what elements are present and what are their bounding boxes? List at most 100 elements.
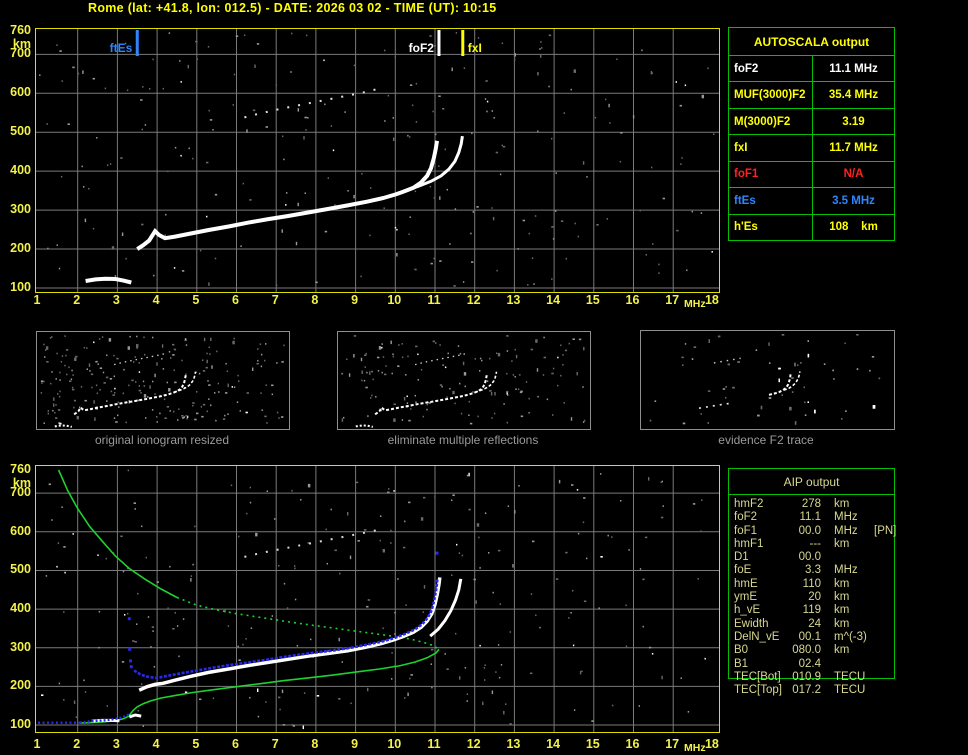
noise-dot xyxy=(43,343,45,346)
table-row: foF1 00.0 MHz [PN] xyxy=(729,524,896,538)
noise-dot xyxy=(552,414,554,416)
noise-dot xyxy=(63,699,65,701)
noise-dot xyxy=(156,421,158,423)
aip-unit: km xyxy=(834,644,850,657)
table-row: DelN_vE 00.1 m^(-3) xyxy=(729,631,894,644)
noise-dot xyxy=(568,617,570,619)
noise-dot xyxy=(506,335,509,337)
noise-dot xyxy=(781,394,783,396)
noise-dot xyxy=(60,175,63,178)
noise-dot xyxy=(593,169,595,172)
noise-dot xyxy=(176,625,179,627)
noise-dot xyxy=(292,725,295,727)
noise-dot xyxy=(393,418,396,422)
es-trace-2 xyxy=(128,713,142,719)
noise-dot xyxy=(464,385,466,388)
noise-dot xyxy=(147,616,150,618)
noise-dot xyxy=(462,361,465,366)
noise-dot xyxy=(214,257,217,260)
noise-dot xyxy=(214,193,218,196)
noise-dot xyxy=(196,391,198,393)
green-density-profile-dotted xyxy=(176,596,440,650)
noise-dot xyxy=(151,409,154,411)
noise-dot xyxy=(486,100,489,103)
aip-val: --- xyxy=(809,537,822,550)
noise-dot xyxy=(208,346,210,349)
parameter-value: 11.1 MHz xyxy=(829,62,878,75)
noise-dot xyxy=(609,122,611,124)
parameter-value: 3.19 xyxy=(842,115,865,128)
noise-dot xyxy=(658,272,660,274)
x-axis-label: 5 xyxy=(192,737,200,751)
aip-extra xyxy=(866,511,894,524)
noise-dot xyxy=(39,74,41,76)
noise-dot xyxy=(396,253,398,257)
x-axis-label: 9 xyxy=(351,737,359,751)
table-row: hmF2 278 km xyxy=(729,498,894,511)
noise-dot xyxy=(680,677,682,679)
noise-dot xyxy=(316,695,320,697)
second-hop-trace xyxy=(244,528,382,558)
noise-dot xyxy=(265,126,268,128)
noise-dot xyxy=(56,244,58,246)
noise-dot xyxy=(431,686,433,689)
noise-dot xyxy=(192,402,195,404)
noise-dot xyxy=(128,384,130,387)
noise-dot xyxy=(134,508,136,510)
noise-dot xyxy=(470,232,472,235)
noise-dot xyxy=(571,484,574,486)
noise-dot xyxy=(727,363,730,366)
noise-dot xyxy=(686,269,688,272)
noise-dot xyxy=(392,117,394,119)
noise-dot xyxy=(409,136,411,138)
noise-dot xyxy=(91,386,93,389)
noise-dot xyxy=(126,89,129,92)
noise-dot xyxy=(250,627,253,629)
noise-dot xyxy=(507,505,510,507)
noise-dot xyxy=(794,362,796,367)
noise-dot xyxy=(501,42,504,45)
noise-dot xyxy=(140,392,142,394)
noise-dot xyxy=(143,394,147,398)
y-axis-label: 600 xyxy=(10,85,31,100)
noise-dot xyxy=(652,243,654,245)
noise-dot xyxy=(514,510,516,514)
noise-dot xyxy=(562,364,564,366)
noise-dot xyxy=(210,337,212,342)
x-axis-label: 18 xyxy=(704,737,719,751)
noise-dot xyxy=(535,614,537,617)
noise-dot xyxy=(477,415,479,418)
noise-dot xyxy=(611,536,613,538)
noise-dot xyxy=(660,481,662,484)
noise-dot xyxy=(492,216,495,221)
noise-dot xyxy=(111,246,115,250)
x-axis-label: 10 xyxy=(387,293,402,307)
noise-dot xyxy=(283,158,285,161)
noise-dot xyxy=(546,398,549,401)
noise-dot xyxy=(583,346,585,351)
noise-dot xyxy=(75,716,78,718)
noise-dot xyxy=(573,709,576,711)
noise-dot xyxy=(257,688,259,692)
noise-dot xyxy=(681,157,683,159)
noise-dot xyxy=(230,484,233,487)
noise-dot xyxy=(59,422,62,425)
noise-dot xyxy=(582,421,585,423)
noise-dot xyxy=(430,648,434,651)
aip-val: 080.0 xyxy=(792,644,821,657)
noise-dot xyxy=(255,532,258,537)
noise-dot xyxy=(106,705,108,707)
noise-dot xyxy=(306,34,308,37)
noise-dot xyxy=(506,372,508,375)
aip-label: foF2 xyxy=(734,511,758,524)
aip-label: foF1 xyxy=(734,524,758,537)
noise-dot xyxy=(468,472,470,477)
noise-dot xyxy=(116,357,119,360)
y-axis-label: 760 xyxy=(10,22,31,37)
noise-dot xyxy=(565,257,567,260)
noise-dot xyxy=(370,397,372,399)
aip-extra xyxy=(866,658,894,671)
noise-dot xyxy=(401,343,403,345)
noise-dot xyxy=(84,399,87,402)
noise-dot xyxy=(207,380,209,382)
